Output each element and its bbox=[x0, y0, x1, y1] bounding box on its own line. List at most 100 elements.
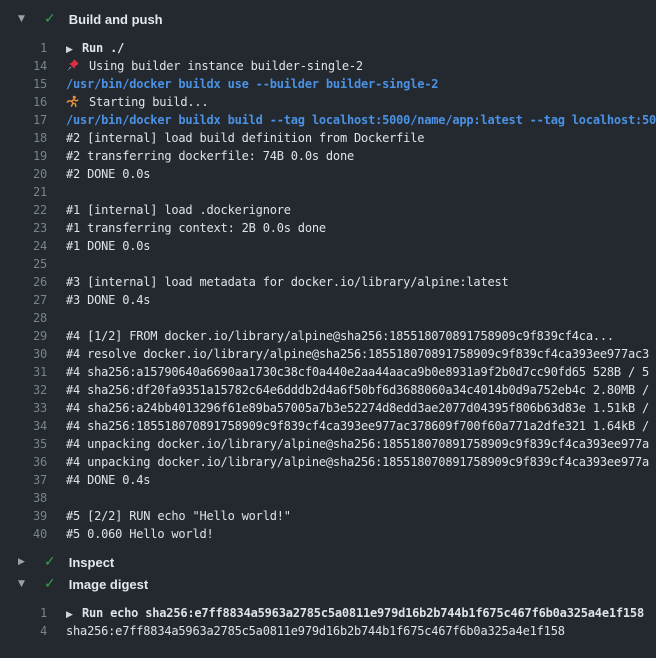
line-number[interactable]: 26 bbox=[0, 273, 47, 291]
log-line: 38 bbox=[0, 489, 656, 507]
section-header-inspect[interactable]: ▶ ✓ Inspect bbox=[0, 551, 656, 573]
group-expand-icon[interactable]: ▶ bbox=[66, 606, 82, 622]
log-line-content: ▶Run echo sha256:e7ff8834a5963a2785c5a08… bbox=[66, 604, 656, 622]
log-line-content: #5 [2/2] RUN echo "Hello world!" bbox=[66, 507, 656, 525]
log-line-content bbox=[66, 183, 656, 201]
line-number[interactable]: 38 bbox=[0, 489, 47, 507]
line-number[interactable]: 37 bbox=[0, 471, 47, 489]
log-line: 15/usr/bin/docker buildx use --builder b… bbox=[0, 75, 656, 93]
log-text: /usr/bin/docker buildx use --builder bui… bbox=[66, 77, 438, 91]
log-line: 19 #2 transferring dockerfile: 74B 0.0s d… bbox=[0, 147, 656, 165]
line-number[interactable]: 1 bbox=[0, 604, 47, 622]
workflow-log-viewer: ▼✓Build and push1▶Run ./14Using builder … bbox=[0, 0, 656, 658]
section-header-build-and-push[interactable]: ▼ ✓ Build and push bbox=[0, 8, 656, 30]
line-number[interactable]: 18 bbox=[0, 129, 47, 147]
log-text: sha256:e7ff8834a5963a2785c5a0811e979d16b… bbox=[66, 624, 565, 638]
log-line: 17/usr/bin/docker buildx build --tag loc… bbox=[0, 111, 656, 129]
success-check-icon: ✓ bbox=[44, 8, 56, 30]
log-line: 1 ▶Run ./ bbox=[0, 39, 656, 57]
line-number[interactable]: 30 bbox=[0, 345, 47, 363]
log-line: 29#4 [1/2] FROM docker.io/library/alpine… bbox=[0, 327, 656, 345]
line-number[interactable]: 40 bbox=[0, 525, 47, 543]
line-number[interactable]: 16 bbox=[0, 93, 47, 111]
log-block-image-digest: 1 ▶Run echo sha256:e7ff8834a5963a2785c5a0… bbox=[0, 604, 656, 640]
line-number[interactable]: 24 bbox=[0, 237, 47, 255]
log-text: #4 sha256:df20fa9351a15782c64e6dddb2d4a6… bbox=[66, 383, 649, 397]
line-number[interactable]: 27 bbox=[0, 291, 47, 309]
log-line-content: ▶Run ./ bbox=[66, 39, 656, 57]
log-line-content: sha256:e7ff8834a5963a2785c5a0811e979d16b… bbox=[66, 622, 656, 640]
log-text: #2 transferring dockerfile: 74B 0.0s don… bbox=[66, 149, 354, 163]
log-line-content: #5 0.060 Hello world! bbox=[66, 525, 656, 543]
log-text: #4 resolve docker.io/library/alpine@sha2… bbox=[66, 347, 649, 361]
log-line-content: #1 DONE 0.0s bbox=[66, 237, 656, 255]
log-line: 24 #1 DONE 0.0s bbox=[0, 237, 656, 255]
line-number[interactable]: 32 bbox=[0, 381, 47, 399]
log-line-content: #3 DONE 0.4s bbox=[66, 291, 656, 309]
line-number[interactable]: 21 bbox=[0, 183, 47, 201]
log-text: #3 [internal] load metadata for docker.i… bbox=[66, 275, 509, 289]
log-text: Run echo sha256:e7ff8834a5963a2785c5a081… bbox=[82, 606, 644, 620]
line-number[interactable]: 15 bbox=[0, 75, 47, 93]
log-text: #4 sha256:a15790640a6690aa1730c38cf0a440… bbox=[66, 365, 649, 379]
log-text: #4 DONE 0.4s bbox=[66, 473, 150, 487]
line-number[interactable]: 14 bbox=[0, 57, 47, 75]
section-header-image-digest[interactable]: ▼ ✓ Image digest bbox=[0, 573, 656, 595]
log-line: 25 bbox=[0, 255, 656, 273]
line-number[interactable]: 1 bbox=[0, 39, 47, 57]
log-line-content: /usr/bin/docker buildx use --builder bui… bbox=[66, 75, 656, 93]
line-number[interactable]: 33 bbox=[0, 399, 47, 417]
success-check-icon: ✓ bbox=[44, 551, 56, 573]
line-number[interactable]: 35 bbox=[0, 435, 47, 453]
log-line-content bbox=[66, 489, 656, 507]
log-text: Using builder instance builder-single-2 bbox=[89, 59, 363, 73]
log-line-content: #3 [internal] load metadata for docker.i… bbox=[66, 273, 656, 291]
log-line-content: #4 DONE 0.4s bbox=[66, 471, 656, 489]
log-line: 27 #3 DONE 0.4s bbox=[0, 291, 656, 309]
line-number[interactable]: 23 bbox=[0, 219, 47, 237]
line-number[interactable]: 20 bbox=[0, 165, 47, 183]
section-title: Image digest bbox=[69, 577, 148, 592]
log-line: 32 #4 sha256:df20fa9351a15782c64e6dddb2d4… bbox=[0, 381, 656, 399]
section-title: Build and push bbox=[69, 12, 163, 27]
log-line-content: #4 sha256:a24bb4013296f61e89ba57005a7b3e… bbox=[66, 399, 656, 417]
log-text: #2 DONE 0.0s bbox=[66, 167, 150, 181]
log-line-content: /usr/bin/docker buildx build --tag local… bbox=[66, 111, 656, 129]
log-line: 16Starting build... bbox=[0, 93, 656, 111]
log-line-content bbox=[66, 309, 656, 327]
line-number[interactable]: 17 bbox=[0, 111, 47, 129]
log-line: 21 bbox=[0, 183, 656, 201]
line-number[interactable]: 34 bbox=[0, 417, 47, 435]
line-number[interactable]: 22 bbox=[0, 201, 47, 219]
log-text: #5 [2/2] RUN echo "Hello world!" bbox=[66, 509, 291, 523]
log-line: 18#2 [internal] load build definition fr… bbox=[0, 129, 656, 147]
log-line-content: #4 sha256:a15790640a6690aa1730c38cf0a440… bbox=[66, 363, 656, 381]
group-expand-icon[interactable]: ▶ bbox=[66, 41, 82, 57]
log-line-content: #4 sha256:185518070891758909c9f839cf4ca3… bbox=[66, 417, 656, 435]
expand-toggle-closed-icon[interactable]: ▶ bbox=[18, 551, 30, 573]
log-text: #4 unpacking docker.io/library/alpine@sh… bbox=[66, 455, 649, 469]
log-line-content: #4 unpacking docker.io/library/alpine@sh… bbox=[66, 435, 656, 453]
line-number[interactable]: 4 bbox=[0, 622, 47, 640]
log-line: 33 #4 sha256:a24bb4013296f61e89ba57005a7b… bbox=[0, 399, 656, 417]
line-number[interactable]: 31 bbox=[0, 363, 47, 381]
log-line: 23#1 transferring context: 2B 0.0s done bbox=[0, 219, 656, 237]
line-number[interactable]: 28 bbox=[0, 309, 47, 327]
log-text: #5 0.060 Hello world! bbox=[66, 527, 214, 541]
log-text: #4 sha256:185518070891758909c9f839cf4ca3… bbox=[66, 419, 649, 433]
line-number[interactable]: 19 bbox=[0, 147, 47, 165]
success-check-icon: ✓ bbox=[44, 573, 56, 595]
log-text: #4 sha256:a24bb4013296f61e89ba57005a7b3e… bbox=[66, 401, 649, 415]
expand-toggle-open-icon[interactable]: ▼ bbox=[18, 573, 30, 595]
line-number[interactable]: 25 bbox=[0, 255, 47, 273]
line-number[interactable]: 36 bbox=[0, 453, 47, 471]
section-title: Inspect bbox=[69, 555, 115, 570]
log-line: 1 ▶Run echo sha256:e7ff8834a5963a2785c5a0… bbox=[0, 604, 656, 622]
log-text: Run ./ bbox=[82, 41, 124, 55]
expand-toggle-open-icon[interactable]: ▼ bbox=[18, 8, 30, 30]
log-line: 20 #2 DONE 0.0s bbox=[0, 165, 656, 183]
log-line: 40 #5 0.060 Hello world! bbox=[0, 525, 656, 543]
line-number[interactable]: 39 bbox=[0, 507, 47, 525]
log-line-content: #4 sha256:df20fa9351a15782c64e6dddb2d4a6… bbox=[66, 381, 656, 399]
line-number[interactable]: 29 bbox=[0, 327, 47, 345]
